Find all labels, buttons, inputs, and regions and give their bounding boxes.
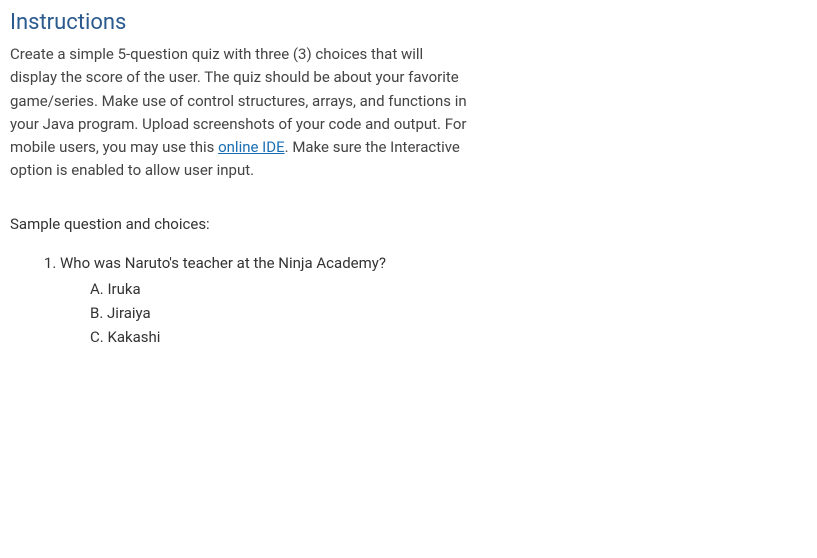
choice-b: B. Jiraiya <box>90 301 470 325</box>
heading-instructions: Instructions <box>10 10 470 35</box>
question-text: Who was Naruto's teacher at the Ninja Ac… <box>60 251 470 275</box>
instructions-panel: Instructions Create a simple 5-question … <box>10 10 470 349</box>
online-ide-link[interactable]: online IDE <box>218 138 285 156</box>
choice-a: A. Iruka <box>90 277 470 301</box>
instructions-paragraph: Create a simple 5-question quiz with thr… <box>10 43 470 183</box>
choice-c: C. Kakashi <box>90 325 470 349</box>
sample-label: Sample question and choices: <box>10 215 470 233</box>
question-list: Who was Naruto's teacher at the Ninja Ac… <box>10 251 470 349</box>
question-item: Who was Naruto's teacher at the Ninja Ac… <box>60 251 470 349</box>
choice-list: A. Iruka B. Jiraiya C. Kakashi <box>60 277 470 349</box>
